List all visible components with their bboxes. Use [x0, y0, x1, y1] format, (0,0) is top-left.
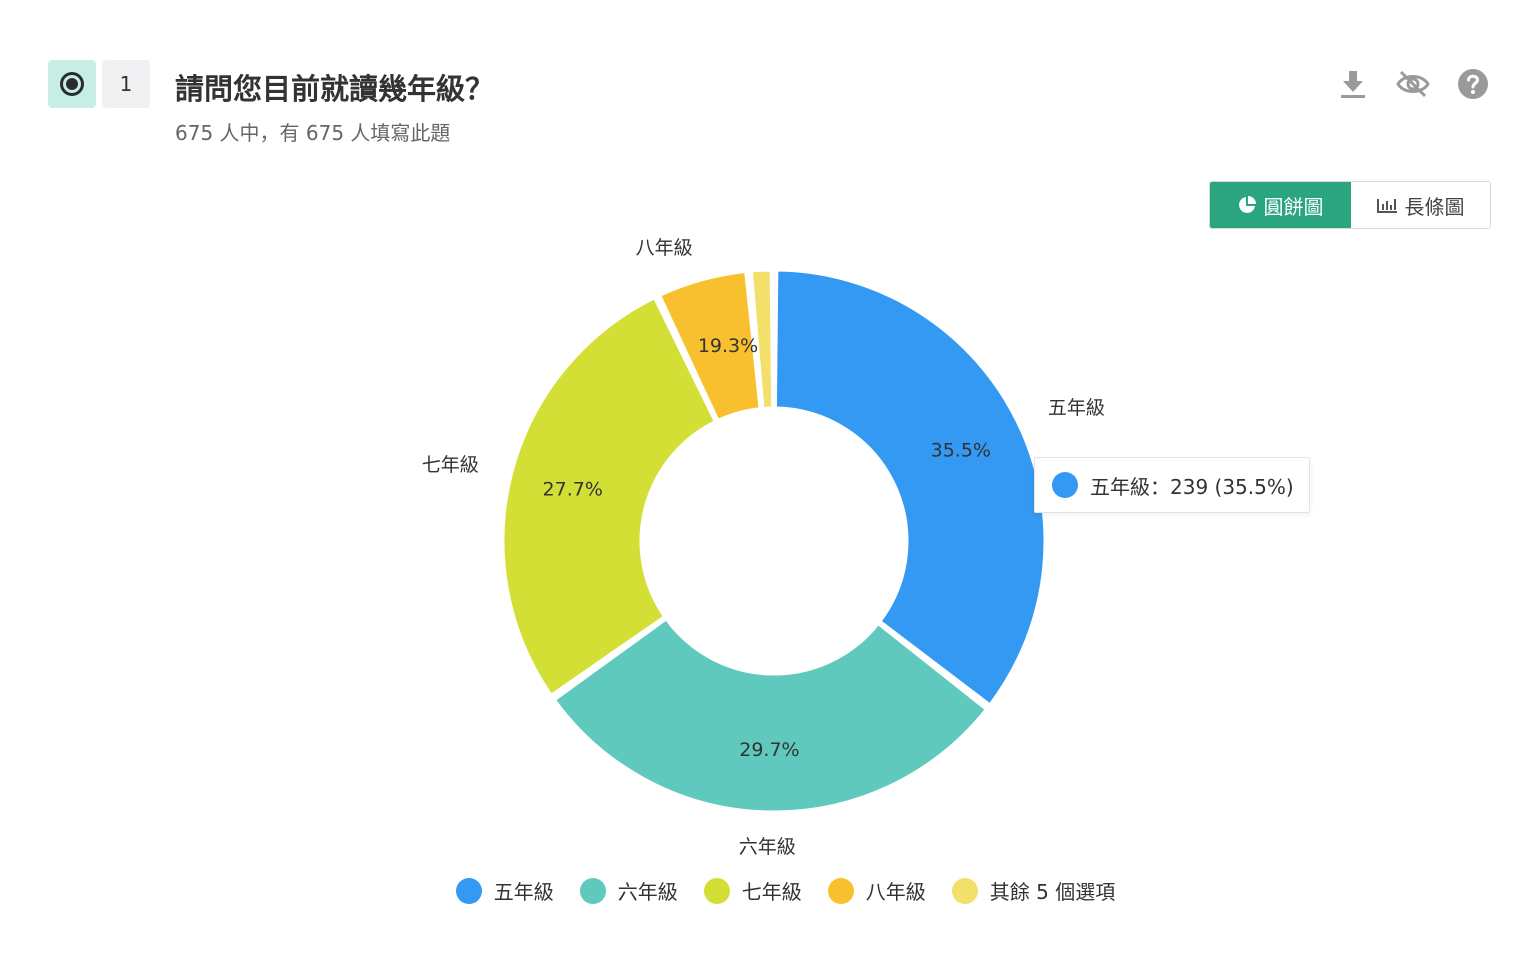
- pct-label-2: 29.7%: [739, 739, 799, 761]
- tooltip-text: 五年級：239 (35.5%): [1090, 474, 1294, 499]
- legend-label: 五年級: [493, 880, 554, 904]
- outer-label-2: 六年級: [739, 836, 796, 858]
- legend-swatch: [579, 877, 606, 904]
- legend-label: 其餘 5 個選項: [989, 880, 1116, 904]
- pct-label-1: 35.5%: [931, 439, 991, 461]
- legend-item-2[interactable]: 六年級: [579, 876, 678, 905]
- outer-label-1: 五年級: [1048, 397, 1105, 419]
- legend-swatch: [455, 877, 482, 904]
- chart-legend: 五年級 六年級 七年級 八年級 其餘 5 個選項: [0, 876, 1539, 905]
- slice-3[interactable]: [501, 295, 718, 698]
- outer-label-4: 八年級: [636, 237, 693, 259]
- slice-1[interactable]: [773, 268, 1047, 707]
- legend-label: 七年級: [741, 880, 802, 904]
- legend-item-4[interactable]: 八年級: [827, 876, 926, 905]
- pct-label-floating: 19.3%: [698, 335, 758, 357]
- chart-tooltip: 五年級：239 (35.5%): [1034, 457, 1310, 513]
- legend-swatch: [827, 877, 854, 904]
- pct-label-3: 27.7%: [543, 479, 603, 501]
- legend-label: 六年級: [617, 880, 678, 904]
- legend-item-5[interactable]: 其餘 5 個選項: [951, 876, 1116, 905]
- legend-swatch: [703, 877, 730, 904]
- legend-swatch: [951, 877, 978, 904]
- tooltip-swatch: [1052, 472, 1078, 498]
- legend-item-3[interactable]: 七年級: [703, 876, 802, 905]
- legend-label: 八年級: [865, 880, 926, 904]
- chart-panel: 1 請問您目前就讀幾年級？ 675 人中，有 675 人填寫此題 圓餅圖 長條圖…: [0, 0, 1539, 957]
- legend-item-1[interactable]: 五年級: [455, 876, 554, 905]
- outer-label-3: 七年級: [422, 454, 479, 476]
